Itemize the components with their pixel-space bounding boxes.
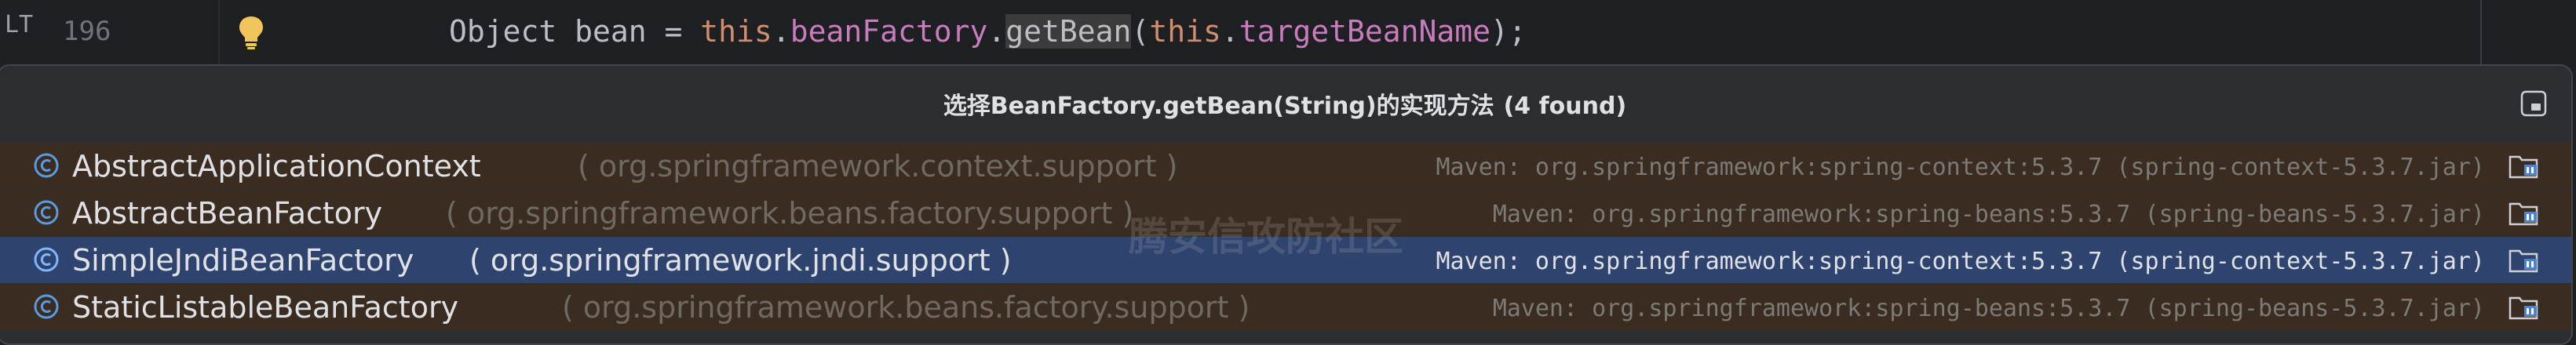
result-package: ( org.springframework.beans.factory.supp… xyxy=(562,290,1250,325)
code-line[interactable]: Object bean = this.beanFactory.getBean(t… xyxy=(449,14,1527,49)
class-icon xyxy=(34,247,59,272)
library-jar-icon xyxy=(2508,155,2538,179)
result-class-name: AbstractApplicationContext xyxy=(72,149,481,183)
code-paren: ( xyxy=(1131,14,1150,49)
result-package: ( org.springframework.context.support ) xyxy=(578,149,1178,183)
library-jar-icon xyxy=(2508,249,2538,273)
result-row-abstractbeanfactory[interactable]: AbstractBeanFactory ( org.springframewor… xyxy=(0,190,2571,237)
pin-window-icon[interactable] xyxy=(2519,89,2548,118)
code-keyword-this: this xyxy=(1149,14,1221,49)
popup-title-text: 选择BeanFactory.getBean(String)的实现方法 xyxy=(943,93,1494,120)
result-package: ( org.springframework.beans.factory.supp… xyxy=(446,196,1134,231)
library-jar-icon xyxy=(2508,202,2538,226)
code-text: Object bean = xyxy=(449,14,701,49)
code-dot: . xyxy=(987,14,1006,49)
implementations-popup: 选择BeanFactory.getBean(String)的实现方法 (4 fou… xyxy=(0,64,2573,345)
gutter-marker: LT xyxy=(5,11,34,38)
code-keyword-this: this xyxy=(700,14,772,49)
code-field-targetbeanname: targetBeanName xyxy=(1239,14,1491,49)
results-list: AbstractApplicationContext ( org.springf… xyxy=(0,143,2571,331)
editor-line: LT 196 Object bean = this.beanFactory.ge… xyxy=(0,0,2576,66)
result-class-name: AbstractBeanFactory xyxy=(72,196,383,231)
result-row-simplejndibeanfactory[interactable]: SimpleJndiBeanFactory ( org.springframew… xyxy=(0,237,2571,284)
result-library: Maven: org.springframework:spring-beans:… xyxy=(1492,295,2485,322)
editor-scroll-edge xyxy=(2480,0,2482,66)
code-field-beanfactory: beanFactory xyxy=(790,14,988,49)
result-library: Maven: org.springframework:spring-contex… xyxy=(1436,154,2485,181)
class-icon xyxy=(34,294,59,319)
result-library: Maven: org.springframework:spring-beans:… xyxy=(1492,201,2485,228)
result-class-name: SimpleJndiBeanFactory xyxy=(72,243,414,278)
code-tail: ); xyxy=(1491,14,1527,49)
result-package: ( org.springframework.jndi.support ) xyxy=(469,243,1012,278)
code-method-getbean: getBean xyxy=(1005,14,1132,49)
result-library: Maven: org.springframework:spring-contex… xyxy=(1436,248,2485,275)
line-number: 196 xyxy=(63,16,111,47)
result-row-staticlistablebeanfactory[interactable]: StaticListableBeanFactory ( org.springfr… xyxy=(0,284,2571,331)
code-dot: . xyxy=(1220,14,1239,49)
result-class-name: StaticListableBeanFactory xyxy=(72,290,459,325)
found-count: (4 found) xyxy=(1503,93,1627,120)
library-jar-icon xyxy=(2508,296,2538,320)
lightbulb-icon[interactable] xyxy=(235,14,267,50)
result-row-abstractapplicationcontext[interactable]: AbstractApplicationContext ( org.springf… xyxy=(0,143,2571,190)
class-icon xyxy=(34,200,59,225)
popup-title: 选择BeanFactory.getBean(String)的实现方法 (4 fou… xyxy=(0,86,2571,121)
class-icon xyxy=(34,153,59,178)
gutter-separator xyxy=(218,0,220,66)
code-dot: . xyxy=(772,14,790,49)
